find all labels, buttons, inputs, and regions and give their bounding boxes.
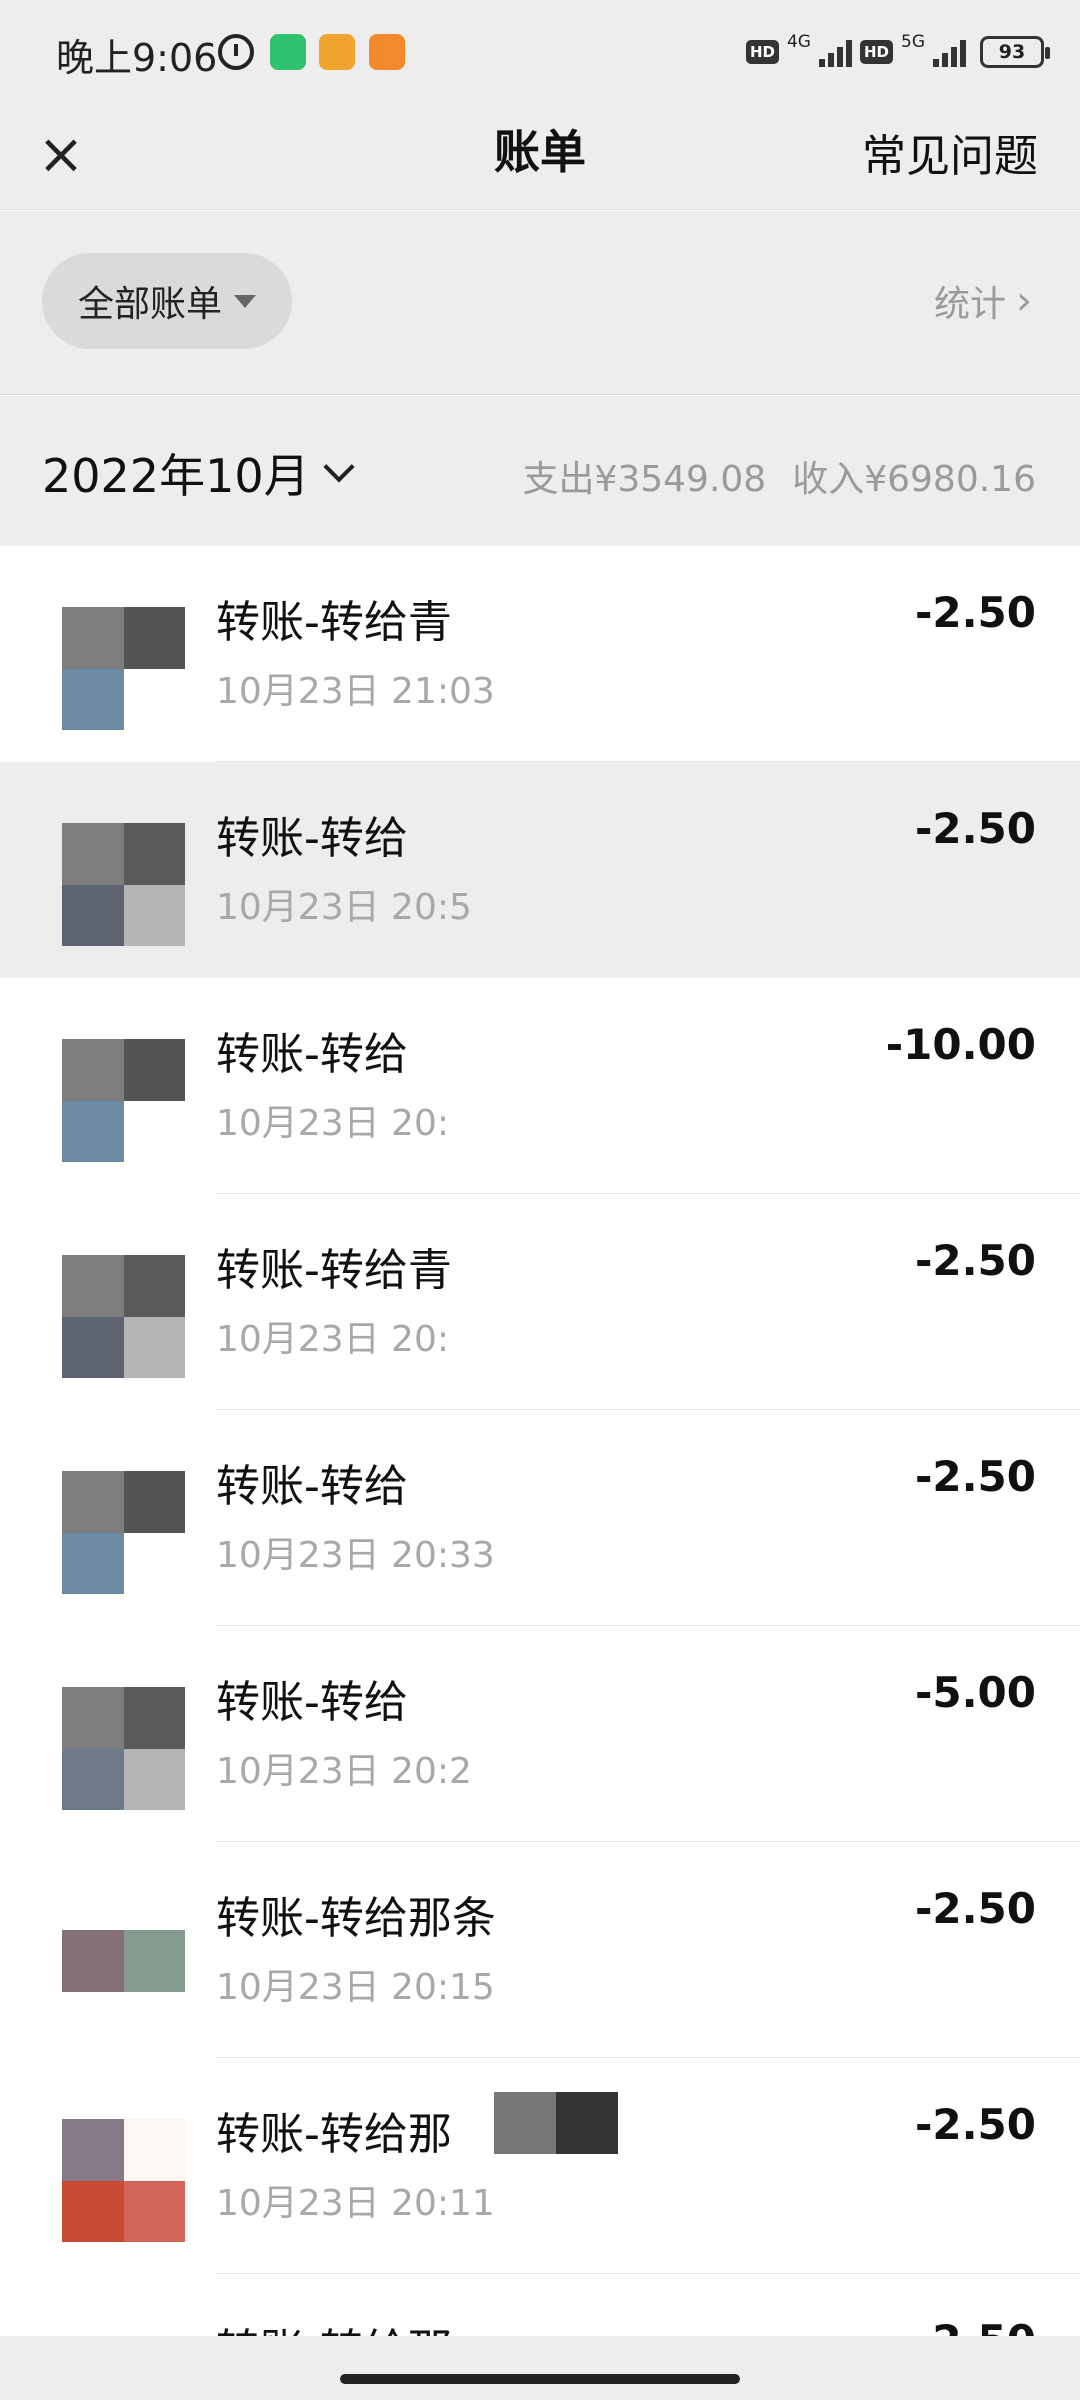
filter-label: 全部账单	[77, 284, 222, 325]
transaction-row[interactable]: 转账-转给 10月23日 20: -10.00	[0, 978, 1080, 1194]
avatar	[62, 607, 185, 730]
transaction-time: 10月23日 20:33	[216, 1535, 495, 1576]
app-icon	[369, 34, 405, 70]
transaction-row[interactable]: 转账-转给青 10月23日 20: -2.50	[0, 1194, 1080, 1410]
transaction-title: 转账-转给	[216, 1677, 408, 1728]
network-5g-label: 5G	[901, 32, 925, 52]
wechat-icon	[270, 34, 306, 70]
bill-type-filter[interactable]: 全部账单	[42, 253, 292, 349]
month-selector[interactable]: 2022年10月	[42, 440, 355, 506]
stats-link[interactable]: 统计 ›	[934, 275, 1032, 327]
transaction-amount: -2.50	[914, 1236, 1036, 1285]
avatar	[62, 1039, 185, 1162]
transaction-time: 10月23日 20:15	[216, 1967, 495, 2008]
signal-icon-2	[933, 37, 966, 67]
avatar	[62, 1687, 185, 1810]
transaction-time: 10月23日 20:	[216, 1103, 449, 1144]
status-indicators: HD 4G HD 5G 93	[745, 30, 1050, 74]
transaction-title: 转账-转给	[216, 813, 408, 864]
filter-bar: 全部账单 统计 ›	[0, 211, 1080, 395]
transaction-amount: -2.50	[914, 2100, 1036, 2149]
redaction-block	[494, 2092, 618, 2154]
transaction-amount: -2.50	[914, 588, 1036, 637]
status-bar: 晚上9:06 HD 4G HD 5G 93	[0, 0, 1080, 100]
month-bar: 2022年10月 支出¥3549.08 收入¥6980.16	[0, 396, 1080, 546]
hd-badge-2: HD	[859, 40, 893, 64]
transaction-time: 10月23日 20:5	[216, 887, 472, 928]
transaction-time: 10月23日 20:2	[216, 1751, 472, 1792]
transaction-title: 转账-转给那	[216, 2109, 452, 2160]
bill-page: 晚上9:06 HD 4G HD 5G 93 × 账单 常见问题 全部账单 统计 …	[0, 0, 1080, 2400]
network-4g-label: 4G	[786, 32, 811, 52]
close-button[interactable]: ×	[26, 120, 96, 190]
status-time: 晚上9:06	[56, 36, 218, 80]
chevron-down-icon	[323, 451, 355, 483]
transaction-row[interactable]: 转账-转给青 10月23日 21:03 -2.50	[0, 546, 1080, 762]
dropdown-triangle-icon	[234, 294, 256, 308]
transaction-amount: -2.50	[914, 804, 1036, 853]
transaction-amount: -2.50	[914, 1884, 1036, 1933]
message-icon	[319, 34, 355, 70]
alarm-icon	[218, 34, 254, 70]
transaction-time: 10月23日 21:03	[216, 671, 495, 712]
avatar	[62, 1930, 185, 1992]
avatar	[62, 823, 185, 946]
gesture-bar	[0, 2336, 1080, 2400]
avatar	[62, 1255, 185, 1378]
transaction-title: 转账-转给	[216, 1461, 408, 1512]
transaction-title: 转账-转给青	[216, 597, 452, 648]
avatar	[62, 1471, 185, 1594]
close-icon: ×	[37, 122, 85, 187]
month-label: 2022年10月	[42, 449, 310, 503]
home-indicator[interactable]	[340, 2374, 740, 2384]
transaction-time: 10月23日 20:11	[216, 2183, 495, 2224]
transaction-amount: -5.00	[914, 1668, 1036, 1717]
signal-icon	[818, 37, 852, 67]
transaction-title: 转账-转给那条	[216, 1893, 496, 1944]
transaction-row[interactable]: 转账-转给 10月23日 20:5 -2.50	[0, 762, 1080, 978]
month-summary: 支出¥3549.08 收入¥6980.16	[522, 450, 1036, 502]
transaction-list: 转账-转给青 10月23日 21:03 -2.50 转账-转给 10月23日 2…	[0, 546, 1080, 2400]
chevron-right-icon: ›	[1016, 278, 1032, 324]
transaction-title: 转账-转给	[216, 1029, 408, 1080]
transaction-row[interactable]: 转账-转给 10月23日 20:2 -5.00	[0, 1626, 1080, 1842]
transaction-amount: -10.00	[885, 1020, 1036, 1069]
transaction-time: 10月23日 20:	[216, 1319, 449, 1360]
battery-level: 93	[998, 41, 1026, 63]
stats-label: 统计	[933, 284, 1006, 325]
expense-total: 支出¥3549.08	[522, 459, 767, 500]
hd-badge: HD	[745, 40, 779, 64]
battery-icon: 93	[980, 36, 1050, 68]
transaction-row[interactable]: 转账-转给那 10月23日 20:11 -2.50	[0, 2058, 1080, 2274]
faq-button[interactable]: 常见问题	[862, 120, 1038, 184]
top-nav: × 账单 常见问题	[0, 100, 1080, 210]
transaction-row[interactable]: 转账-转给 10月23日 20:33 -2.50	[0, 1410, 1080, 1626]
transaction-row[interactable]: 转账-转给那条 10月23日 20:15 -2.50	[0, 1842, 1080, 2058]
transaction-amount: -2.50	[914, 1452, 1036, 1501]
income-total: 收入¥6980.16	[792, 459, 1036, 500]
transaction-title: 转账-转给青	[216, 1245, 452, 1296]
avatar	[62, 2119, 185, 2242]
